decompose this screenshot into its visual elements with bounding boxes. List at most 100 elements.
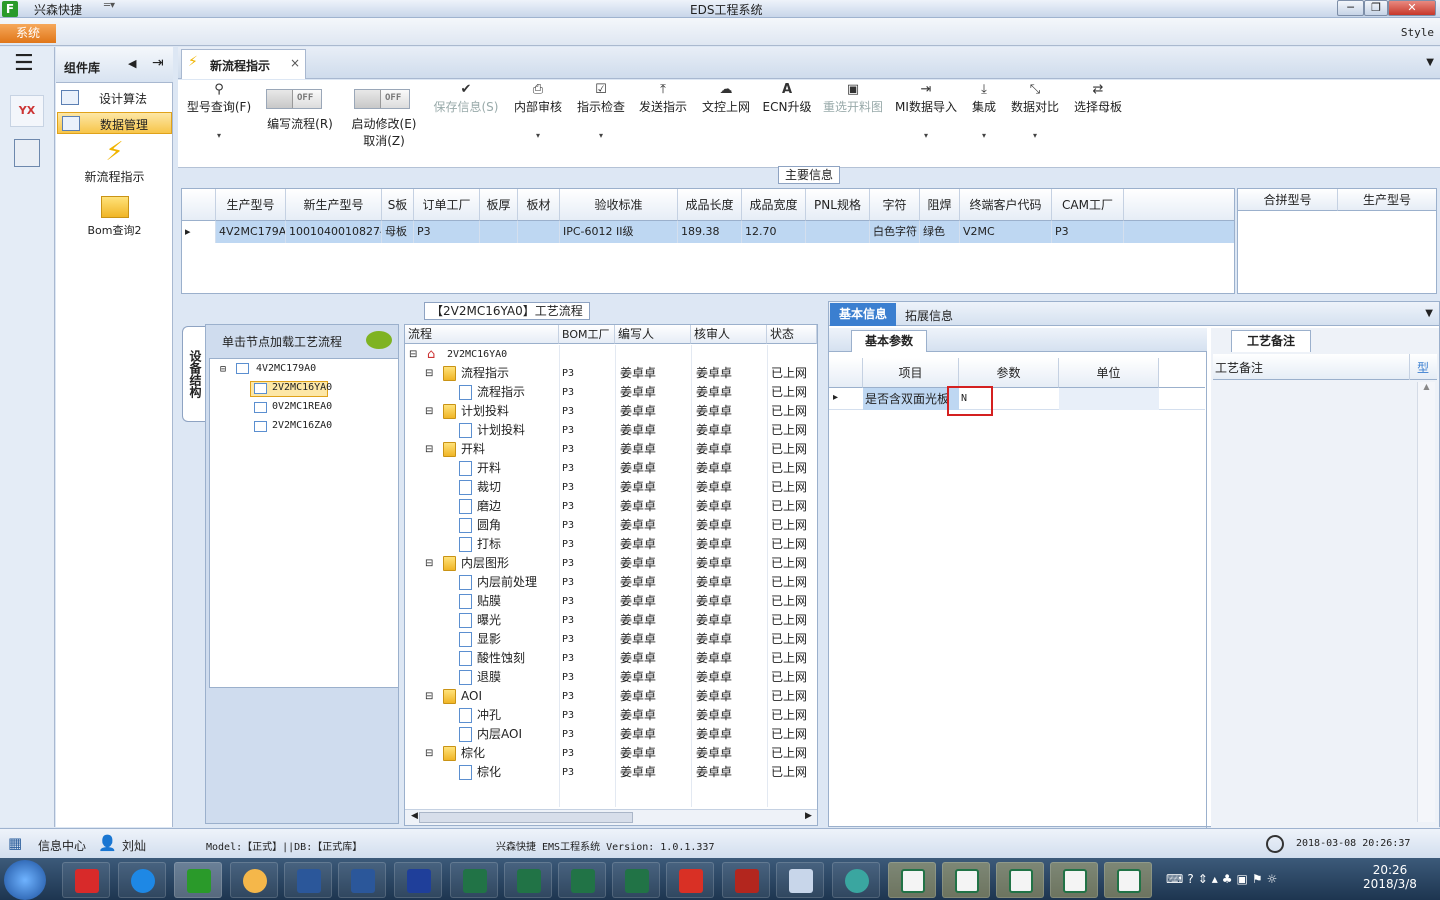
tab-list-dropdown-icon[interactable]: ▼ — [1426, 57, 1434, 68]
param-unit[interactable] — [1059, 388, 1159, 410]
column-header[interactable]: 生产型号 — [1338, 189, 1436, 211]
flow-row[interactable]: ⊟ 棕化 P3 姜卓卓 姜卓卓 已上网 — [405, 744, 817, 763]
model-query-button[interactable]: ⚲ 型号查询(F) ▾ — [184, 80, 254, 150]
column-header[interactable]: S板 — [382, 189, 414, 221]
dropdown-arrow-icon[interactable]: ▾ — [964, 131, 1004, 140]
tab-menu-dropdown-icon[interactable]: ▼ — [1425, 308, 1433, 319]
flow-row[interactable]: 裁切 P3 姜卓卓 姜卓卓 已上网 — [405, 478, 817, 497]
table-cell[interactable] — [806, 221, 870, 243]
column-header[interactable]: 成品宽度 — [742, 189, 806, 221]
flow-row[interactable]: ⊟ 开料 P3 姜卓卓 姜卓卓 已上网 — [405, 440, 817, 459]
column-header[interactable]: 状态 — [767, 325, 817, 344]
tool-bom-query[interactable]: Bom查询2 — [57, 196, 172, 242]
style-menu[interactable]: Style — [1401, 26, 1434, 39]
start-button-icon[interactable] — [4, 860, 46, 900]
column-header[interactable]: 新生产型号 — [286, 189, 382, 221]
integration-button[interactable]: ⤓ 集成 ▾ — [964, 80, 1004, 150]
dropdown-arrow-icon[interactable]: ▾ — [508, 131, 568, 140]
table-cell[interactable]: V2MC — [960, 221, 1052, 243]
minimize-button[interactable]: ─ — [1337, 0, 1364, 16]
taskbar-app-icon[interactable] — [832, 862, 880, 898]
horizontal-scrollbar[interactable]: ◀ ▶ — [405, 809, 817, 825]
mi-data-import-button[interactable]: ⇥ MI数据导入 ▾ — [892, 80, 960, 150]
table-cell[interactable]: IPC-6012 II级 — [560, 221, 678, 243]
flow-row[interactable]: ⊟ 计划投料 P3 姜卓卓 姜卓卓 已上网 — [405, 402, 817, 421]
tree-node[interactable]: 0V2MC1REA0 — [272, 401, 332, 412]
taskbar-excel-icon[interactable] — [504, 862, 552, 898]
flow-row[interactable]: 内层前处理 P3 姜卓卓 姜卓卓 已上网 — [405, 573, 817, 592]
taskbar-excel-window-icon[interactable] — [996, 862, 1044, 898]
param-item[interactable]: 是否含双面光板 — [863, 388, 959, 410]
vertical-scrollbar[interactable]: ▲ — [1417, 382, 1435, 822]
tree-expander-icon[interactable]: ⊟ — [425, 402, 433, 421]
table-cell[interactable]: 母板 — [382, 221, 414, 243]
doc-control-online-button[interactable]: ☁ 文控上网 — [696, 80, 756, 150]
flow-row[interactable]: 冲孔 P3 姜卓卓 姜卓卓 已上网 — [405, 706, 817, 725]
flow-row[interactable]: 打标 P3 姜卓卓 姜卓卓 已上网 — [405, 535, 817, 554]
system-tray-icons[interactable]: ⌨?⇕▴♣▣⚑☼ — [1166, 872, 1281, 886]
taskbar-excel-window-icon[interactable] — [888, 862, 936, 898]
tab-close-icon[interactable]: × — [290, 56, 300, 70]
flow-row[interactable]: 贴膜 P3 姜卓卓 姜卓卓 已上网 — [405, 592, 817, 611]
table-cell[interactable]: 4V2MC179A0 — [216, 221, 286, 243]
flow-row[interactable]: 棕化 P3 姜卓卓 姜卓卓 已上网 — [405, 763, 817, 782]
table-cell[interactable] — [480, 221, 518, 243]
reselect-cutting-chart-button[interactable]: ▣ 重选开料图 — [818, 80, 888, 150]
send-instruction-button[interactable]: ⤒ 发送指示 — [634, 80, 692, 150]
column-header[interactable]: 合拼型号 — [1238, 189, 1338, 211]
scrollbar-thumb[interactable] — [419, 812, 633, 823]
table-cell[interactable]: 绿色 — [920, 221, 960, 243]
table-cell[interactable]: 白色字符 — [870, 221, 920, 243]
maximize-button[interactable]: ❐ — [1364, 0, 1388, 16]
table-cell[interactable]: P3 — [1052, 221, 1124, 243]
flow-root-row[interactable]: ⊟ ⌂ 2V2MC16YA0 — [405, 345, 817, 364]
calculator-icon[interactable] — [14, 139, 40, 167]
taskbar-excel-icon[interactable] — [450, 862, 498, 898]
write-process-toggle[interactable]: OFF — [266, 89, 322, 109]
column-header[interactable]: 项目 — [863, 358, 959, 388]
tab-extended-info[interactable]: 拓展信息 — [905, 307, 953, 324]
device-structure-side-tab[interactable]: 设备结构 — [182, 326, 206, 422]
column-header[interactable]: PNL规格 — [806, 189, 870, 221]
taskbar-excel-icon[interactable] — [558, 862, 606, 898]
tab-new-process[interactable]: ⚡ 新流程指示 × — [181, 49, 306, 79]
column-header[interactable]: 阻焊 — [920, 189, 960, 221]
factory-icon[interactable]: YX — [10, 95, 44, 127]
table-cell[interactable]: 10010400108274 — [286, 221, 382, 243]
table-cell-empty[interactable] — [1124, 221, 1234, 243]
table-cell[interactable] — [518, 221, 560, 243]
column-header[interactable]: 成品长度 — [678, 189, 742, 221]
column-header[interactable]: 验收标准 — [560, 189, 678, 221]
flow-row[interactable]: ⊟ 内层图形 P3 姜卓卓 姜卓卓 已上网 — [405, 554, 817, 573]
flow-row[interactable]: 内层AOI P3 姜卓卓 姜卓卓 已上网 — [405, 725, 817, 744]
taskbar-word-icon[interactable] — [284, 862, 332, 898]
tool-new-process[interactable]: ⚡ 新流程指示 — [57, 136, 172, 190]
tree-expander-icon[interactable]: ⊟ — [425, 440, 433, 459]
taskbar-excel-window-icon[interactable] — [942, 862, 990, 898]
flow-row[interactable]: 显影 P3 姜卓卓 姜卓卓 已上网 — [405, 630, 817, 649]
column-header[interactable]: 流程 — [405, 325, 559, 344]
collapse-left-icon[interactable]: ◀ — [128, 57, 136, 70]
taskbar-word-icon[interactable] — [338, 862, 386, 898]
flow-row[interactable]: 开料 P3 姜卓卓 姜卓卓 已上网 — [405, 459, 817, 478]
start-edit-toggle[interactable]: OFF — [354, 89, 410, 109]
tab-basic-info[interactable]: 基本信息 — [830, 303, 896, 326]
taskbar-ie-icon[interactable] — [118, 862, 166, 898]
tree-expander-icon[interactable]: ⊟ — [425, 744, 433, 763]
grid-apps-icon[interactable]: ▦ — [8, 834, 28, 852]
column-header[interactable]: 订单工厂 — [414, 189, 480, 221]
column-header[interactable]: 板厚 — [480, 189, 518, 221]
column-header[interactable]: BOM工厂 — [559, 325, 615, 344]
column-header[interactable]: 工艺备注 — [1215, 359, 1263, 376]
taskbar-app-g[interactable] — [62, 862, 110, 898]
component-item-design-algorithm[interactable]: 设计算法 — [57, 87, 172, 109]
tree-node[interactable]: 4V2MC179A0 — [256, 363, 316, 374]
flow-row[interactable]: 曝光 P3 姜卓卓 姜卓卓 已上网 — [405, 611, 817, 630]
tree-expander-icon[interactable]: ⊟ — [425, 364, 433, 383]
column-header[interactable]: 参数 — [959, 358, 1059, 388]
taskbar-excel-window-icon[interactable] — [1050, 862, 1098, 898]
tree-node-selected[interactable]: 2V2MC16YA0 — [272, 382, 332, 393]
taskbar-save-icon[interactable] — [394, 862, 442, 898]
table-cell[interactable]: 189.38 — [678, 221, 742, 243]
column-header[interactable]: 生产型号 — [216, 189, 286, 221]
